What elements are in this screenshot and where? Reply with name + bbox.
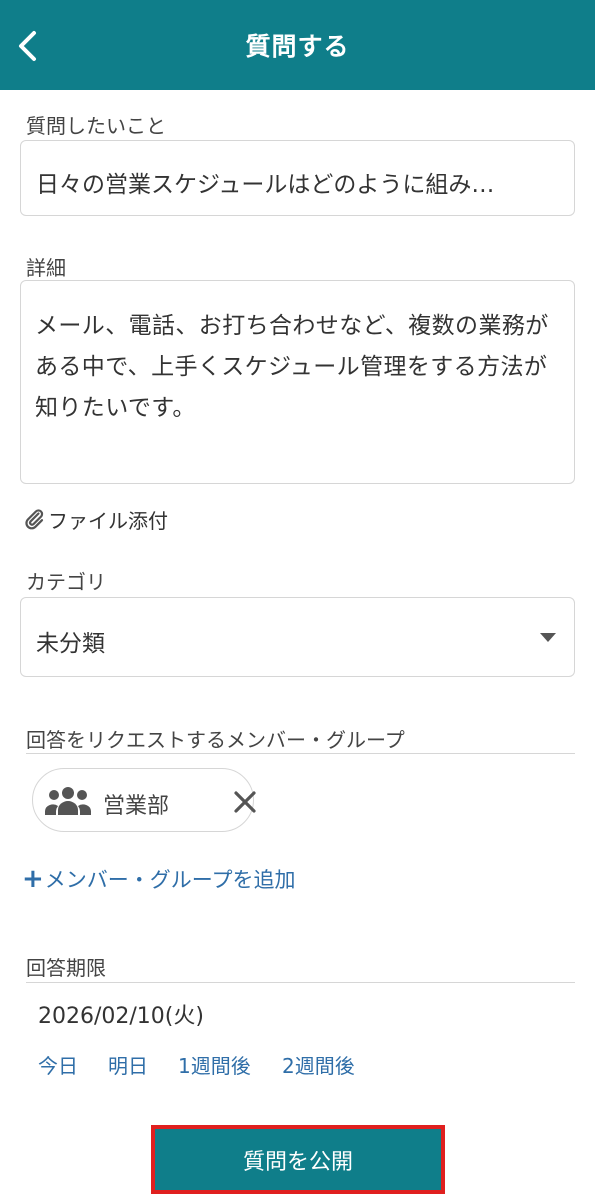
category-select[interactable]: 未分類 bbox=[20, 597, 575, 677]
remove-chip-button[interactable] bbox=[233, 790, 257, 814]
request-label: 回答をリクエストするメンバー・グループ bbox=[26, 728, 405, 752]
detail-label: 詳細 bbox=[26, 256, 66, 280]
back-button[interactable] bbox=[14, 30, 42, 62]
publish-question-label: 質問を公開 bbox=[242, 1149, 353, 1175]
quick-date-2-weeks[interactable]: 2週間後 bbox=[282, 1050, 355, 1079]
question-input[interactable]: 日々の営業スケジュールはどのように組み… bbox=[20, 140, 575, 216]
app-header: 質問する bbox=[0, 0, 595, 90]
divider bbox=[26, 753, 575, 754]
detail-textarea[interactable]: メール、電話、お打ち合わせなど、複数の業務がある中で、上手くスケジュール管理をす… bbox=[20, 280, 575, 484]
paperclip-icon bbox=[25, 509, 44, 530]
deadline-date-field[interactable]: 2026/02/10(火) bbox=[38, 998, 204, 1030]
quick-date-today[interactable]: 今日 bbox=[38, 1050, 78, 1079]
caret-down-icon bbox=[540, 633, 556, 642]
category-selected-value: 未分類 bbox=[36, 631, 105, 657]
publish-question-button[interactable]: 質問を公開 bbox=[151, 1125, 445, 1194]
attach-file-button[interactable]: ファイル添付 bbox=[22, 505, 168, 533]
question-input-value: 日々の営業スケジュールはどのように組み… bbox=[36, 172, 495, 198]
member-chip: 営業部 bbox=[32, 768, 257, 832]
question-label: 質問したいこと bbox=[26, 114, 166, 138]
plus-icon: + bbox=[22, 864, 44, 894]
divider bbox=[26, 982, 575, 983]
add-member-group-label: メンバー・グループを追加 bbox=[44, 868, 296, 892]
deadline-label: 回答期限 bbox=[26, 956, 106, 980]
group-icon bbox=[45, 787, 91, 815]
detail-textarea-value: メール、電話、お打ち合わせなど、複数の業務がある中で、上手くスケジュール管理をす… bbox=[35, 313, 549, 421]
page-title: 質問する bbox=[245, 32, 350, 61]
attach-file-label: ファイル添付 bbox=[48, 508, 168, 533]
add-member-group-link[interactable]: + メンバー・グループを追加 bbox=[22, 864, 296, 894]
quick-date-1-week[interactable]: 1週間後 bbox=[178, 1050, 251, 1079]
category-label: カテゴリ bbox=[26, 570, 106, 594]
close-icon bbox=[234, 791, 256, 813]
quick-date-tomorrow[interactable]: 明日 bbox=[108, 1050, 148, 1079]
chevron-left-icon bbox=[19, 31, 36, 61]
member-chip-label: 営業部 bbox=[103, 794, 170, 819]
